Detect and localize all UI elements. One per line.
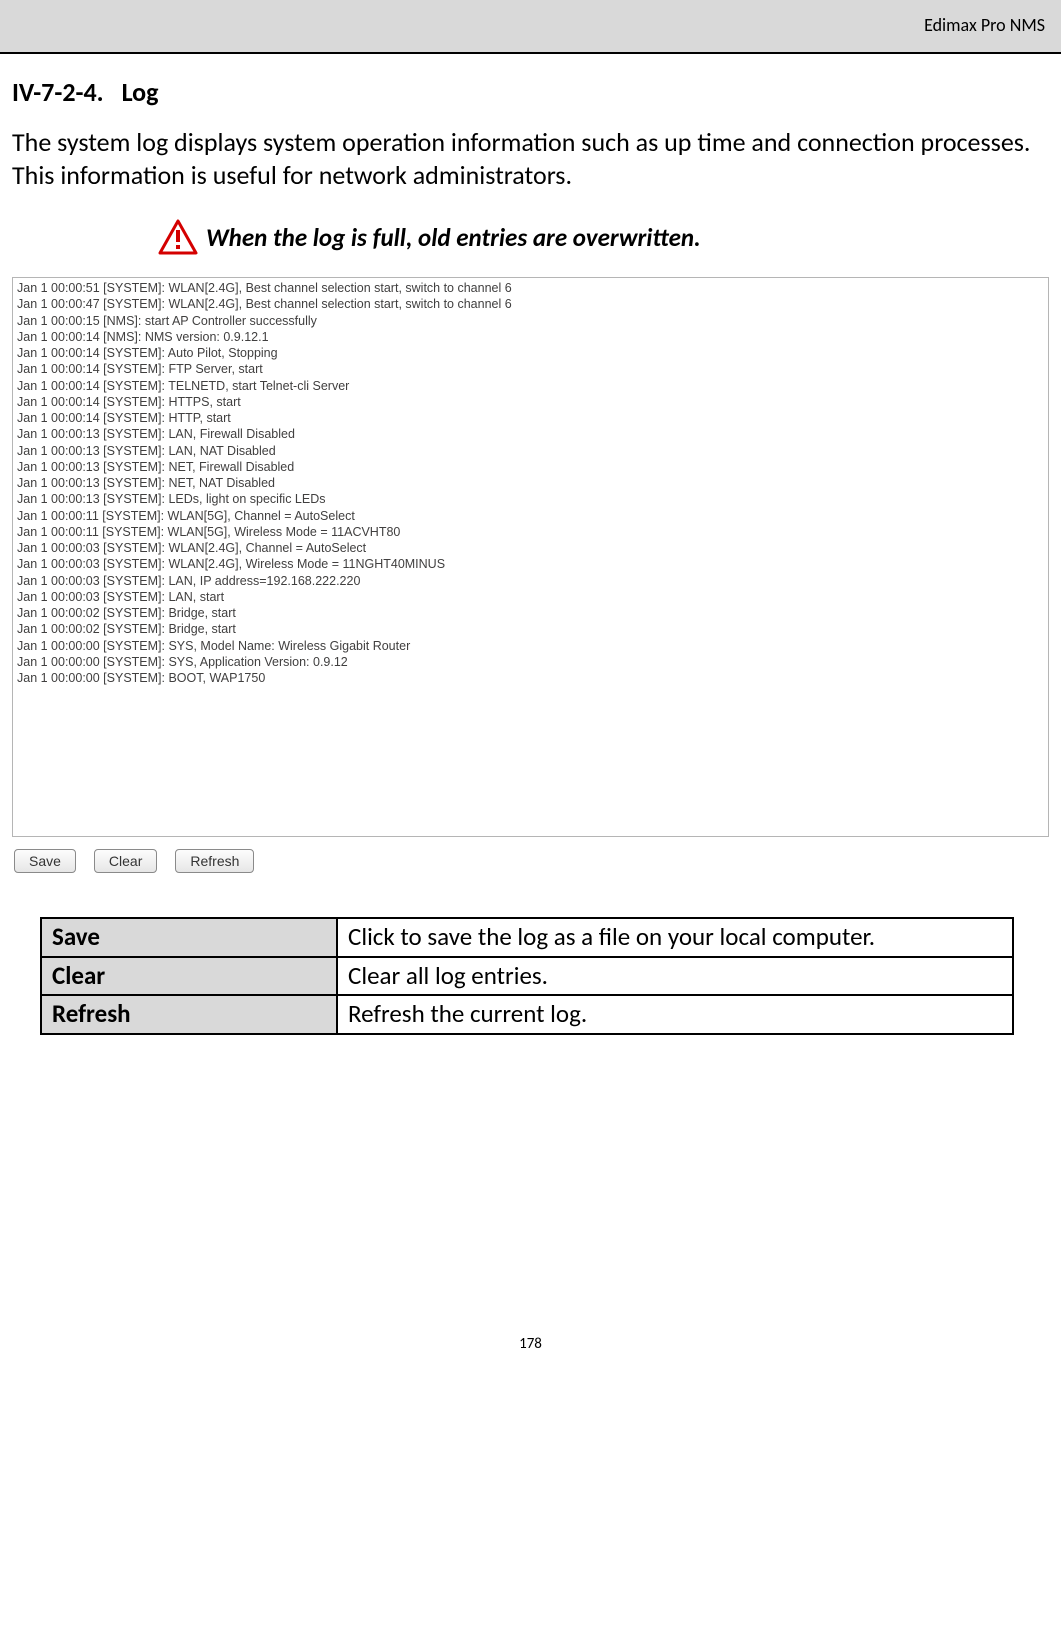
- button-description-table: SaveClick to save the log as a file on y…: [40, 917, 1014, 1035]
- log-line: Jan 1 00:00:13 [SYSTEM]: LAN, NAT Disabl…: [17, 443, 1044, 459]
- log-line: Jan 1 00:00:15 [NMS]: start AP Controlle…: [17, 313, 1044, 329]
- log-line: Jan 1 00:00:00 [SYSTEM]: SYS, Applicatio…: [17, 654, 1044, 670]
- clear-button[interactable]: Clear: [94, 849, 157, 873]
- page-content: IV-7-2-4. Log The system log displays sys…: [0, 54, 1061, 1035]
- log-line: Jan 1 00:00:13 [SYSTEM]: LAN, Firewall D…: [17, 426, 1044, 442]
- log-line: Jan 1 00:00:02 [SYSTEM]: Bridge, start: [17, 605, 1044, 621]
- log-line: Jan 1 00:00:00 [SYSTEM]: SYS, Model Name…: [17, 638, 1044, 654]
- table-row: SaveClick to save the log as a file on y…: [41, 918, 1013, 957]
- log-line: Jan 1 00:00:03 [SYSTEM]: LAN, start: [17, 589, 1044, 605]
- table-value: Refresh the current log.: [337, 995, 1013, 1034]
- header-bar: Edimax Pro NMS: [0, 0, 1061, 54]
- log-line: Jan 1 00:00:13 [SYSTEM]: NET, Firewall D…: [17, 459, 1044, 475]
- log-output: Jan 1 00:00:51 [SYSTEM]: WLAN[2.4G], Bes…: [12, 277, 1049, 837]
- table-key: Refresh: [41, 995, 337, 1034]
- log-line: Jan 1 00:00:14 [SYSTEM]: TELNETD, start …: [17, 378, 1044, 394]
- log-line: Jan 1 00:00:14 [SYSTEM]: HTTPS, start: [17, 394, 1044, 410]
- log-line: Jan 1 00:00:03 [SYSTEM]: WLAN[2.4G], Cha…: [17, 540, 1044, 556]
- log-line: Jan 1 00:00:14 [NMS]: NMS version: 0.9.1…: [17, 329, 1044, 345]
- log-line: Jan 1 00:00:14 [SYSTEM]: FTP Server, sta…: [17, 361, 1044, 377]
- section-number: IV-7-2-4.: [12, 76, 104, 108]
- log-line: Jan 1 00:00:47 [SYSTEM]: WLAN[2.4G], Bes…: [17, 296, 1044, 312]
- log-line: Jan 1 00:00:03 [SYSTEM]: WLAN[2.4G], Wir…: [17, 556, 1044, 572]
- log-line: Jan 1 00:00:11 [SYSTEM]: WLAN[5G], Chann…: [17, 508, 1044, 524]
- section-heading: IV-7-2-4. Log: [12, 76, 1049, 108]
- table-key: Clear: [41, 957, 337, 996]
- refresh-button[interactable]: Refresh: [175, 849, 254, 873]
- log-line: Jan 1 00:00:03 [SYSTEM]: LAN, IP address…: [17, 573, 1044, 589]
- section-title: Log: [122, 76, 159, 108]
- log-line: Jan 1 00:00:51 [SYSTEM]: WLAN[2.4G], Bes…: [17, 280, 1044, 296]
- table-key: Save: [41, 918, 337, 957]
- page-number: 178: [0, 1335, 1061, 1363]
- table-row: ClearClear all log entries.: [41, 957, 1013, 996]
- warning-icon: [158, 219, 198, 255]
- log-line: Jan 1 00:00:00 [SYSTEM]: BOOT, WAP1750: [17, 670, 1044, 686]
- log-line: Jan 1 00:00:13 [SYSTEM]: LEDs, light on …: [17, 491, 1044, 507]
- table-row: RefreshRefresh the current log.: [41, 995, 1013, 1034]
- section-description: The system log displays system operation…: [12, 126, 1049, 191]
- product-name: Edimax Pro NMS: [924, 14, 1045, 36]
- table-value: Clear all log entries.: [337, 957, 1013, 996]
- log-line: Jan 1 00:00:13 [SYSTEM]: NET, NAT Disabl…: [17, 475, 1044, 491]
- log-line: Jan 1 00:00:02 [SYSTEM]: Bridge, start: [17, 621, 1044, 637]
- warning-text: When the log is full, old entries are ov…: [206, 222, 701, 253]
- table-value: Click to save the log as a file on your …: [337, 918, 1013, 957]
- log-line: Jan 1 00:00:11 [SYSTEM]: WLAN[5G], Wirel…: [17, 524, 1044, 540]
- warning-note: When the log is full, old entries are ov…: [158, 219, 1049, 255]
- save-button[interactable]: Save: [14, 849, 76, 873]
- log-line: Jan 1 00:00:14 [SYSTEM]: HTTP, start: [17, 410, 1044, 426]
- button-row: Save Clear Refresh: [12, 849, 1049, 873]
- log-line: Jan 1 00:00:14 [SYSTEM]: Auto Pilot, Sto…: [17, 345, 1044, 361]
